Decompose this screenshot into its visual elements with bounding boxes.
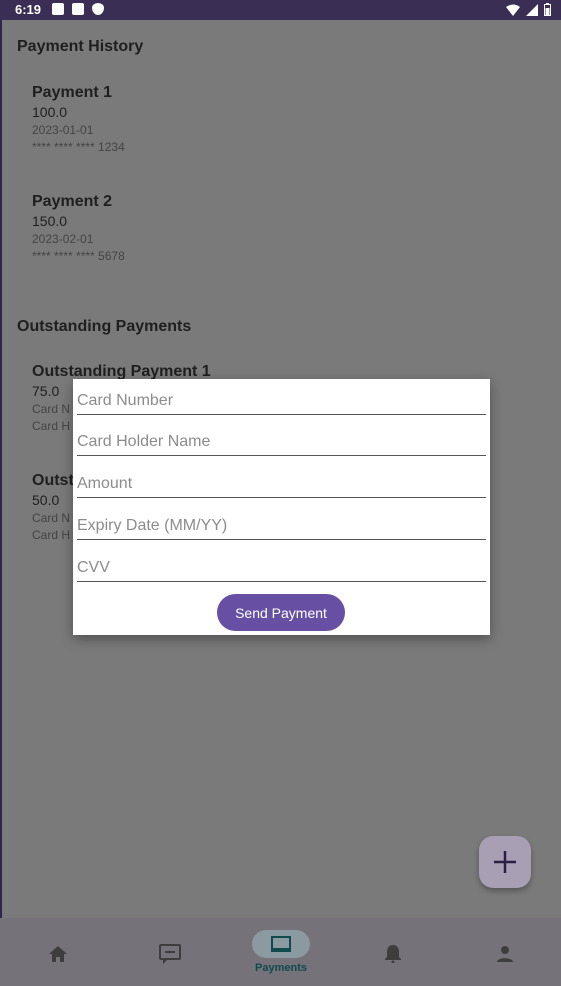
- card-number-input[interactable]: [77, 379, 486, 414]
- outstanding-title: Outst: [32, 472, 74, 489]
- status-bar: 6:19: [0, 0, 561, 20]
- payment-title: Payment 2: [32, 193, 113, 210]
- outstanding-amount: 50.0: [32, 492, 60, 508]
- card-holder-field[interactable]: [77, 420, 486, 456]
- payments-icon: [271, 936, 291, 952]
- nav-payments[interactable]: Payments: [225, 918, 337, 986]
- payment-amount: 100.0: [32, 104, 68, 120]
- shield-notification-icon: [92, 3, 104, 15]
- plus-icon: [494, 851, 516, 873]
- cvv-input[interactable]: [77, 546, 486, 581]
- notifications-icon: [385, 945, 401, 963]
- cvv-field[interactable]: [77, 546, 486, 582]
- image-notification-icon: [52, 3, 64, 15]
- outstanding-payments-title: Outstanding Payments: [17, 318, 192, 335]
- payment-card[interactable]: Payment 2 150.0 2023-02-01 **** **** ***…: [32, 193, 125, 263]
- outstanding-card[interactable]: Outst 50.0 Card N Card H: [32, 472, 74, 542]
- payment-card-number: **** **** **** 5678: [32, 249, 125, 263]
- payment-amount: 150.0: [32, 213, 68, 229]
- add-payment-button[interactable]: [479, 836, 531, 888]
- nav-messages[interactable]: [114, 918, 226, 986]
- amount-input[interactable]: [77, 462, 486, 497]
- nav-notifications[interactable]: [337, 918, 449, 986]
- payment-date: 2023-02-01: [32, 232, 94, 246]
- payment-date: 2023-01-01: [32, 123, 94, 137]
- expiry-input[interactable]: [77, 504, 486, 539]
- card-holder-input[interactable]: [77, 420, 486, 455]
- payment-card-number: **** **** **** 1234: [32, 140, 125, 154]
- payment-title: Payment 1: [32, 84, 113, 101]
- chat-icon: [159, 944, 181, 964]
- nav-profile[interactable]: [449, 918, 561, 986]
- wifi-icon: [506, 4, 520, 16]
- signal-icon: [526, 3, 538, 16]
- home-icon: [49, 946, 67, 962]
- expiry-field[interactable]: [77, 504, 486, 540]
- battery-icon: [544, 3, 551, 16]
- outstanding-card-number: Card N: [32, 511, 71, 525]
- payment-history-title: Payment History: [17, 38, 144, 55]
- a-notification-icon: [72, 3, 84, 15]
- payment-card[interactable]: Payment 1 100.0 2023-01-01 **** **** ***…: [32, 84, 125, 154]
- send-payment-button[interactable]: Send Payment: [217, 594, 345, 631]
- status-time: 6:19: [15, 2, 42, 17]
- outstanding-card-holder: Card H: [32, 528, 71, 542]
- amount-field[interactable]: [77, 462, 486, 498]
- payment-dialog: Send Payment: [73, 379, 490, 635]
- nav-home[interactable]: [2, 918, 114, 986]
- bottom-navigation: Payments: [0, 918, 561, 986]
- nav-payments-label: Payments: [255, 962, 307, 974]
- card-number-field[interactable]: [77, 379, 486, 415]
- profile-icon: [497, 946, 513, 962]
